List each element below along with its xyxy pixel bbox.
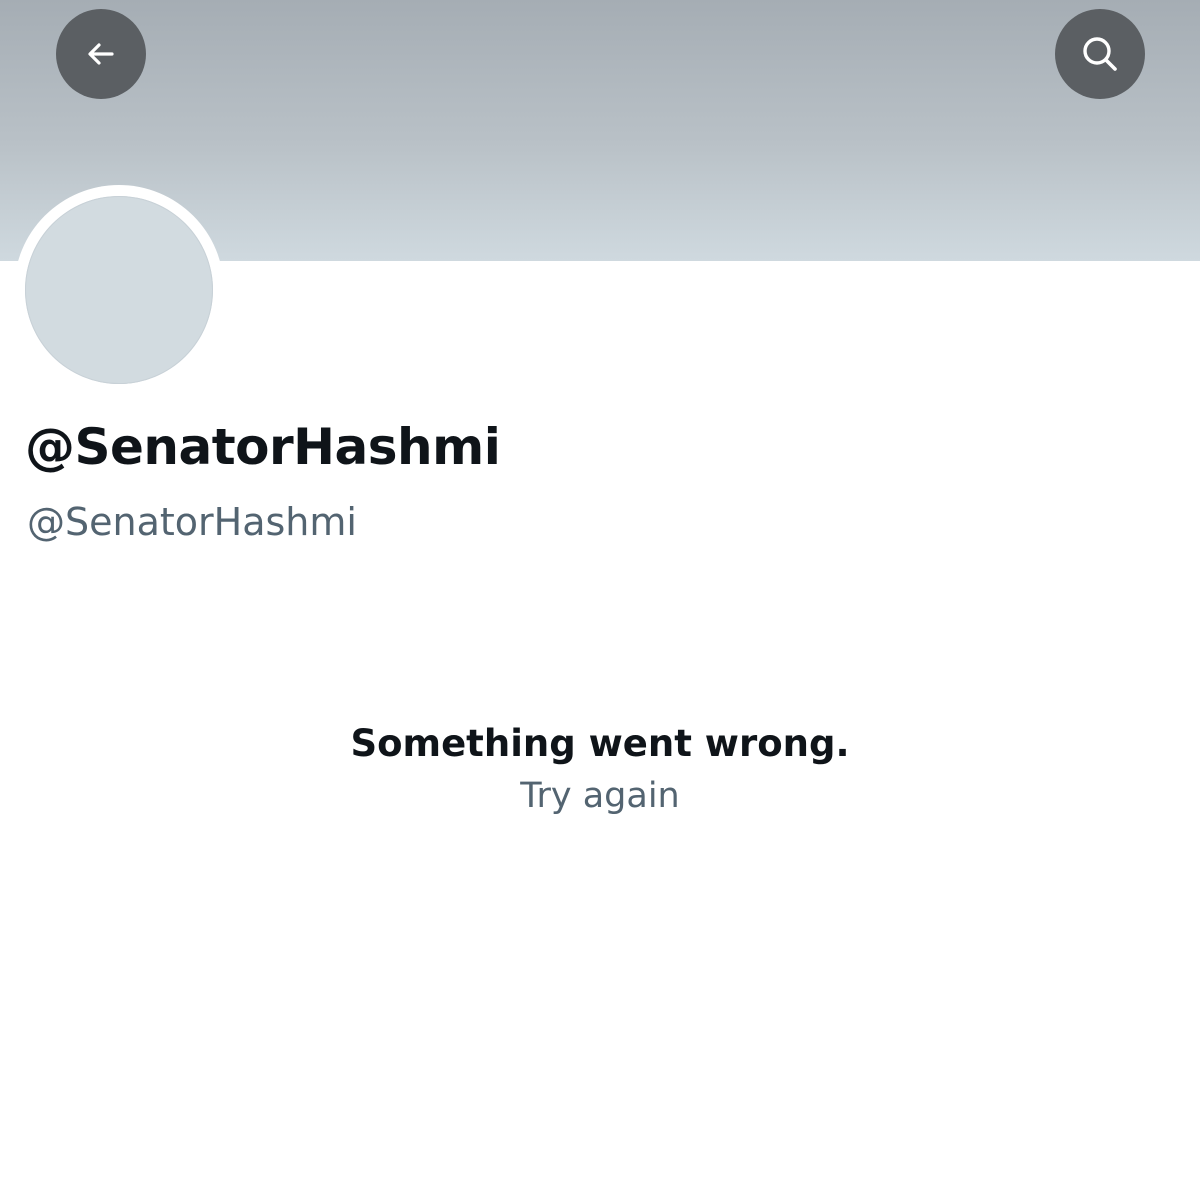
search-icon bbox=[1083, 37, 1117, 71]
arrow-left-icon bbox=[88, 43, 114, 65]
try-again-link[interactable]: Try again bbox=[0, 772, 1200, 820]
search-button[interactable] bbox=[1055, 9, 1145, 99]
profile-display-name: @SenatorHashmi bbox=[25, 418, 501, 476]
profile-handle: @SenatorHashmi bbox=[27, 500, 357, 544]
avatar[interactable] bbox=[25, 196, 213, 384]
error-title: Something went wrong. bbox=[350, 722, 850, 765]
error-message: Something went wrong. Try again bbox=[0, 718, 1200, 820]
back-button[interactable] bbox=[56, 9, 146, 99]
